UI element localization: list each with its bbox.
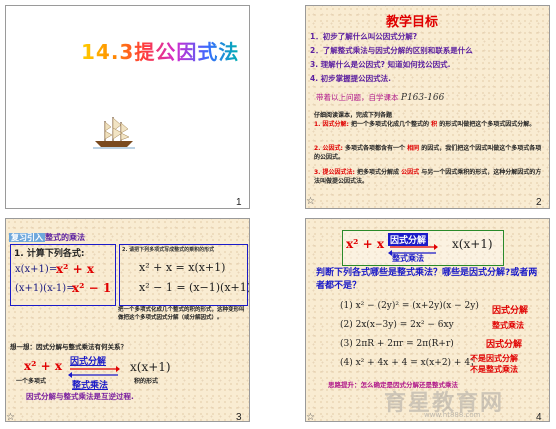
definition-3-label: 3. 提公因式法:	[314, 169, 355, 176]
definition-3-text: 把多项式分解成	[357, 169, 400, 176]
slide3-title-prefix: 复习引入	[9, 233, 45, 242]
self-study-pages: P163-166	[400, 93, 445, 103]
top-product: x(x+1)	[452, 237, 493, 251]
relation-polynomial: x² + x	[24, 359, 62, 373]
goal-4: 4. 初步掌握提公因式法.	[310, 74, 392, 83]
slide1-title: 14.3提公因式法	[81, 36, 239, 65]
self-study-line: 带着以上问题，自学课本 P163-166	[316, 92, 444, 103]
calc-line-1: x(x+1)=	[15, 264, 58, 275]
goal-1: 1．初步了解什么叫公因式分解?	[310, 32, 418, 41]
calc-answer-2: x² − 1	[72, 281, 112, 295]
relation-arrows-icon	[68, 366, 120, 378]
slide-number-1: 1	[236, 197, 242, 208]
definition-2-text: 多项式各项都含有一个	[345, 145, 406, 152]
watermark-url: www.ht888.com	[424, 411, 481, 419]
item-4-extra-answer: 不是整式乘法	[470, 365, 518, 374]
task-intro: 仔细阅读课本，完成下列各题	[314, 112, 393, 119]
definition-1-tail: 的形式叫做把这个多项式因式分解。	[439, 121, 536, 128]
slide3-title: 整式的乘法	[45, 233, 85, 242]
slide-thumbnail-3[interactable]: 复习引入 整式的乘法 1. 计算下列各式: x(x+1)= x² + x (x+1…	[5, 218, 250, 422]
calc-line-2: (x+1)(x-1)=	[15, 283, 75, 294]
slide-thumbnail-4[interactable]: x² + x 因式分解 整式乘法 x(x+1) 判断下列各式哪些是整式乘法？哪些…	[305, 218, 550, 422]
slide-transition-icon-2[interactable]: ☆	[306, 196, 315, 207]
relation-conclusion: 因式分解与整式乘法是互逆过程.	[26, 392, 134, 401]
rewrite-line-2: x² − 1 = (x−1)(x+1)	[139, 281, 250, 294]
sailboat-image	[93, 117, 135, 149]
item-3-expr: (3) 2πR + 2πr = 2π(R+r)	[340, 339, 454, 349]
calc-answer-1: x² + x	[56, 262, 94, 276]
slide-transition-icon-4[interactable]: ☆	[306, 412, 315, 423]
top-arrow-bottom-label: 整式乘法	[392, 254, 424, 263]
rewrite-title: 2. 请把下列多项式写成整式的乘积的形式	[122, 247, 215, 253]
definition-2-label: 2. 公因式:	[314, 145, 343, 152]
item-1-expr: (1) x² − (2y)² = (x+2y)(x − 2y)	[340, 301, 479, 311]
relation-arrow-bottom-label: 整式乘法	[72, 381, 109, 391]
label-product-form: 积的形式	[134, 378, 159, 385]
definition-3: 3. 提公因式法: 把多项式分解成 公因式 与另一个因式乘积的形式，这种分解因式…	[314, 168, 542, 186]
item-2-expr: (2) 2x(x−3y) = 2x² − 6xy	[340, 320, 454, 330]
slide-number-2: 2	[536, 197, 542, 208]
definition-1-key: 积	[431, 121, 438, 128]
top-polynomial: x² + x	[346, 237, 384, 251]
slide-thumbnail-1[interactable]: 14.3提公因式法	[5, 5, 250, 209]
slide-thumbnail-2[interactable]: 教学目标 1．初步了解什么叫公因式分解? 2．了解整式乘法与因式分解的区别和联系…	[305, 5, 550, 209]
definition-2-key: 相同	[407, 145, 420, 152]
factor-explanation: 把一个多项式化成几个整式的积的形式，这种变形叫做把这个多项式因式分解（或分解因式…	[118, 307, 245, 321]
rewrite-box	[119, 244, 248, 306]
slide3-title-bar: 复习引入 整式的乘法	[9, 232, 85, 243]
goal-2: 2．了解整式乘法与因式分解的区别和联系是什么	[310, 46, 473, 55]
definition-1-label: 1. 因式分解:	[314, 121, 349, 128]
item-4-answer: 不是因式分解	[470, 354, 518, 363]
slide-transition-icon-3[interactable]: ☆	[6, 412, 15, 423]
think-prompt: 想一想：因式分解与整式乘法有何关系？	[10, 343, 127, 351]
judge-question: 判断下列各式哪些是整式乘法？哪些是因式分解?或者两者都不是？	[316, 268, 538, 291]
relation-product: x(x+1)	[130, 360, 171, 374]
rewrite-line-1: x² + x = x(x+1)	[139, 261, 226, 274]
calc-title: 1. 计算下列各式:	[14, 249, 85, 259]
definition-3-key: 公因式	[401, 169, 420, 176]
item-4-expr: (4) x² + 4x + 4 = x(x+2) + 4；	[340, 358, 480, 368]
definition-1-text: 把一个多项式化成几个整式的	[351, 121, 430, 128]
slide-number-4: 4	[536, 412, 542, 423]
definition-2: 2. 公因式: 多项式各项都含有一个 相同 的因式，我们把这个因式叫做这个多项式…	[314, 144, 542, 162]
slide-number-3: 3	[236, 412, 242, 423]
label-polynomial: 一个多项式	[16, 378, 47, 385]
slide2-heading: 教学目标	[386, 15, 439, 30]
self-study-prefix: 带着以上问题，自学课本	[316, 93, 399, 102]
item-3-answer: 因式分解	[486, 340, 523, 350]
goal-3: 3. 理解什么是公因式? 知道如何找公因式.	[310, 60, 451, 69]
item-1-answer: 因式分解	[492, 306, 529, 316]
item-2-answer: 整式乘法	[492, 321, 524, 330]
definition-1: 1. 因式分解: 把一个多项式化成几个整式的 积 的形式叫做把这个多项式因式分解…	[314, 120, 542, 129]
